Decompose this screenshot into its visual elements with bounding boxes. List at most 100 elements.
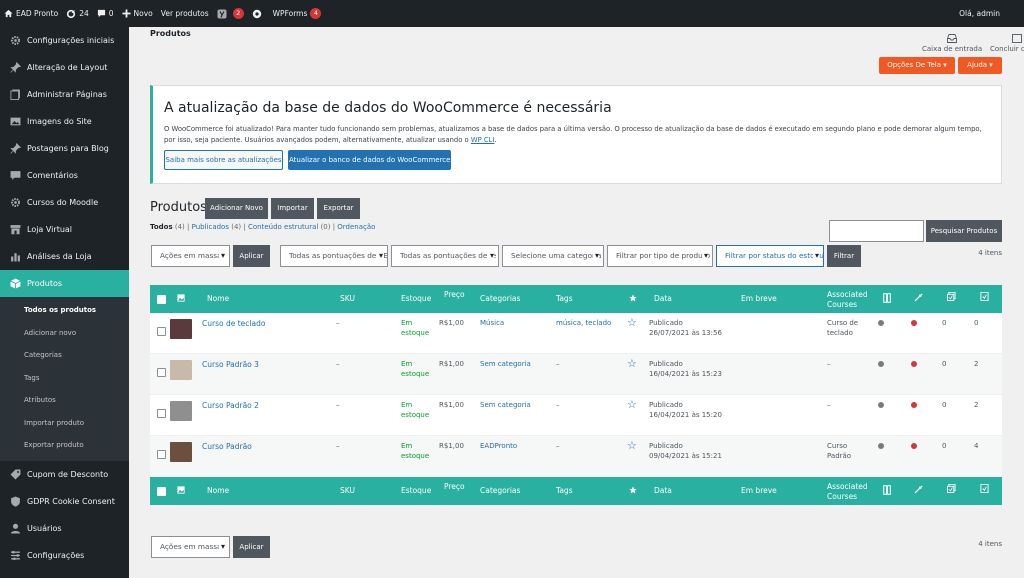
- footer-col-date[interactable]: Data: [654, 486, 672, 495]
- sidebar-item-gdpr-cookie-consent[interactable]: GDPR Cookie Consent: [0, 488, 129, 515]
- select-all-checkbox[interactable]: [157, 295, 166, 304]
- footer-col-stock[interactable]: Estoque: [401, 486, 431, 495]
- screen-options-button[interactable]: Opções De Tela ▾: [879, 57, 955, 74]
- product-name-link[interactable]: Curso Padrão 3: [202, 360, 259, 369]
- header-col-soon[interactable]: Em breve: [741, 294, 777, 303]
- inbox-link[interactable]: Caixa de entrada: [922, 34, 982, 53]
- wpforms-link[interactable]: WPForms 4: [269, 0, 326, 27]
- sidebar-item-postagens-para-blog[interactable]: Postagens para Blog: [0, 135, 129, 162]
- product-thumbnail[interactable]: [170, 442, 192, 462]
- view-products-link[interactable]: Ver produtos: [157, 0, 213, 27]
- submenu-item-categorias[interactable]: Categorias: [0, 344, 129, 367]
- submenu-item-exportar-produto[interactable]: Exportar produto: [0, 434, 129, 457]
- search-button[interactable]: Pesquisar Produtos: [926, 220, 1002, 242]
- bulk-actions-select-bottom[interactable]: Ações em massa: [151, 536, 230, 558]
- stock-status-select[interactable]: Filtrar por status do estoque: [716, 245, 824, 267]
- product-category-link[interactable]: EADPronto: [480, 442, 517, 450]
- product-name-link[interactable]: Curso de teclado: [202, 319, 265, 328]
- header-col-price[interactable]: Preço: [444, 290, 465, 299]
- sidebar-item-loja-virtual[interactable]: Loja Virtual: [0, 216, 129, 243]
- row-checkbox[interactable]: [157, 409, 166, 418]
- sidebar-item-configuracoes[interactable]: Configurações: [0, 542, 129, 569]
- updates-link[interactable]: 24: [62, 0, 93, 27]
- product-category-link[interactable]: Sem categoria: [480, 360, 531, 368]
- bulk-actions-select-top[interactable]: Ações em massa: [151, 245, 230, 267]
- filter-button[interactable]: Filtrar: [827, 245, 861, 267]
- row-checkbox[interactable]: [157, 327, 166, 336]
- footer-col-price[interactable]: Preço: [444, 482, 465, 491]
- sidebar-item-cupom-de-desconto[interactable]: Cupom de Desconto: [0, 461, 129, 488]
- submenu-item-todos-os-produtos[interactable]: Todos os produtos: [0, 299, 129, 322]
- header-col-tags[interactable]: Tags: [556, 294, 573, 303]
- filter-all[interactable]: Todos: [150, 223, 173, 231]
- header-col-categories[interactable]: Categorias: [480, 294, 520, 303]
- product-type-select[interactable]: Filtrar por tipo de produto: [607, 245, 713, 267]
- featured-star-icon[interactable]: ☆: [627, 357, 637, 370]
- product-name-link[interactable]: Curso Padrão 2: [202, 401, 259, 410]
- comments-link[interactable]: 0: [93, 0, 118, 27]
- header-col-sku[interactable]: SKU: [340, 294, 355, 303]
- featured-star-icon[interactable]: ☆: [627, 439, 637, 452]
- submenu-item-tags[interactable]: Tags: [0, 367, 129, 390]
- row-checkbox[interactable]: [157, 368, 166, 377]
- yoast-link[interactable]: 2: [213, 0, 248, 27]
- product-category-link[interactable]: Música: [480, 319, 504, 327]
- footer-col-tags[interactable]: Tags: [556, 486, 573, 495]
- header-col-stock[interactable]: Estoque: [401, 294, 431, 303]
- filter-published[interactable]: Publicados: [192, 223, 229, 231]
- featured-star-icon[interactable]: ☆: [627, 316, 637, 329]
- add-new-button[interactable]: Adicionar Novo: [205, 198, 268, 219]
- learn-more-button[interactable]: Saiba mais sobre as atualizações: [164, 150, 283, 170]
- product-thumbnail[interactable]: [170, 319, 192, 339]
- footer-col-courses-line1[interactable]: Associated: [827, 482, 868, 491]
- filter-structural[interactable]: Conteúdo estrutural: [248, 223, 318, 231]
- submenu-item-adicionar-novo[interactable]: Adicionar novo: [0, 322, 129, 345]
- search-input[interactable]: [829, 220, 924, 242]
- footer-col-soon[interactable]: Em breve: [741, 486, 777, 495]
- cookie-plugin-link[interactable]: [248, 0, 269, 27]
- sidebar-item-alteracao-de-layout[interactable]: Alteração de Layout: [0, 54, 129, 81]
- apply-button-top[interactable]: Aplicar: [233, 245, 270, 267]
- product-tags[interactable]: –: [556, 442, 560, 450]
- import-button[interactable]: Importar: [271, 198, 314, 219]
- product-category-link[interactable]: Sem categoria: [480, 401, 531, 409]
- footer-col-name[interactable]: Nome: [207, 486, 229, 495]
- submenu-item-importar-produto[interactable]: Importar produto: [0, 412, 129, 435]
- product-thumbnail[interactable]: [170, 360, 192, 380]
- filter-sort[interactable]: Ordenação: [337, 223, 375, 231]
- sidebar-item-wp-mail-smtp[interactable]: WP Mail SMTP: [0, 569, 129, 578]
- product-name-link[interactable]: Curso Padrão: [202, 442, 252, 451]
- header-col-courses-line2[interactable]: Courses: [827, 300, 857, 309]
- help-button[interactable]: Ajuda ▾: [958, 57, 1002, 74]
- readability-score-select[interactable]: Todas as pontuações de le: [391, 245, 499, 267]
- featured-star-icon[interactable]: ☆: [627, 398, 637, 411]
- submenu-item-atributos[interactable]: Atributos: [0, 389, 129, 412]
- header-col-date[interactable]: Data: [654, 294, 672, 303]
- sidebar-item-usuarios[interactable]: Usuários: [0, 515, 129, 542]
- sidebar-item-imagens-do-site[interactable]: Imagens do Site: [0, 108, 129, 135]
- footer-col-courses-line2[interactable]: Courses: [827, 492, 857, 501]
- new-content-link[interactable]: Novo: [118, 0, 157, 27]
- sidebar-item-analises-da-loja[interactable]: Análises da Loja: [0, 243, 129, 270]
- category-select[interactable]: Selecione uma categoria: [502, 245, 604, 267]
- header-col-name[interactable]: Nome: [207, 294, 229, 303]
- header-col-courses-line1[interactable]: Associated: [827, 290, 868, 299]
- product-tags[interactable]: –: [556, 401, 560, 409]
- sidebar-item-cursos-do-moodle[interactable]: Cursos do Moodle: [0, 189, 129, 216]
- footer-col-categories[interactable]: Categorias: [480, 486, 520, 495]
- footer-col-sku[interactable]: SKU: [340, 486, 355, 495]
- account-menu[interactable]: Olá, admin: [955, 0, 1004, 27]
- product-thumbnail[interactable]: [170, 401, 192, 421]
- sidebar-item-produtos[interactable]: Produtos: [0, 270, 129, 297]
- apply-button-bottom[interactable]: Aplicar: [233, 536, 270, 558]
- sidebar-item-comentarios[interactable]: Comentários: [0, 162, 129, 189]
- sidebar-item-configuracoes-iniciais[interactable]: Configurações iniciais: [0, 27, 129, 54]
- finish-link[interactable]: Concluir c: [990, 34, 1024, 53]
- product-tags[interactable]: –: [556, 360, 560, 368]
- row-checkbox[interactable]: [157, 450, 166, 459]
- wp-cli-link[interactable]: WP CLI: [471, 136, 495, 144]
- select-all-checkbox[interactable]: [157, 487, 166, 496]
- export-button[interactable]: Exportar: [317, 198, 360, 219]
- seo-score-select[interactable]: Todas as pontuações de SE: [280, 245, 388, 267]
- sidebar-item-administrar-paginas[interactable]: Administrar Páginas: [0, 81, 129, 108]
